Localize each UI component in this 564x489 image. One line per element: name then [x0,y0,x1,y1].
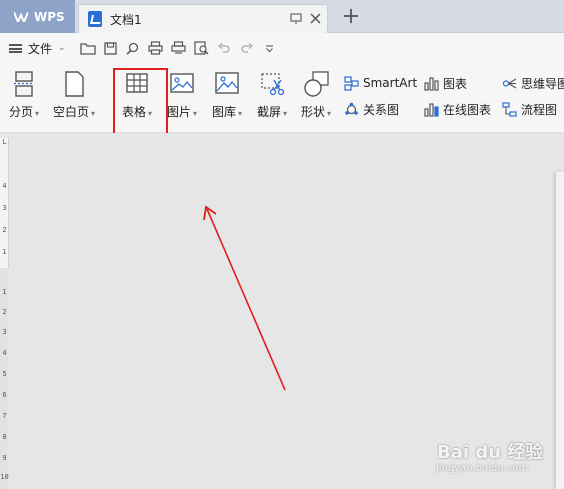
annotation-arrow [203,205,286,391]
baidu-watermark-url: jingyan.baidu.com [436,463,529,474]
wps-window: WPS 文档1 文件 ⌄ 分页 ▾ 空白页 ▾ 表格 ▾ 图片 ▾ 图库 ▾ 截… [0,0,564,489]
baidu-watermark-logo: Bai du 经验 [437,442,544,463]
